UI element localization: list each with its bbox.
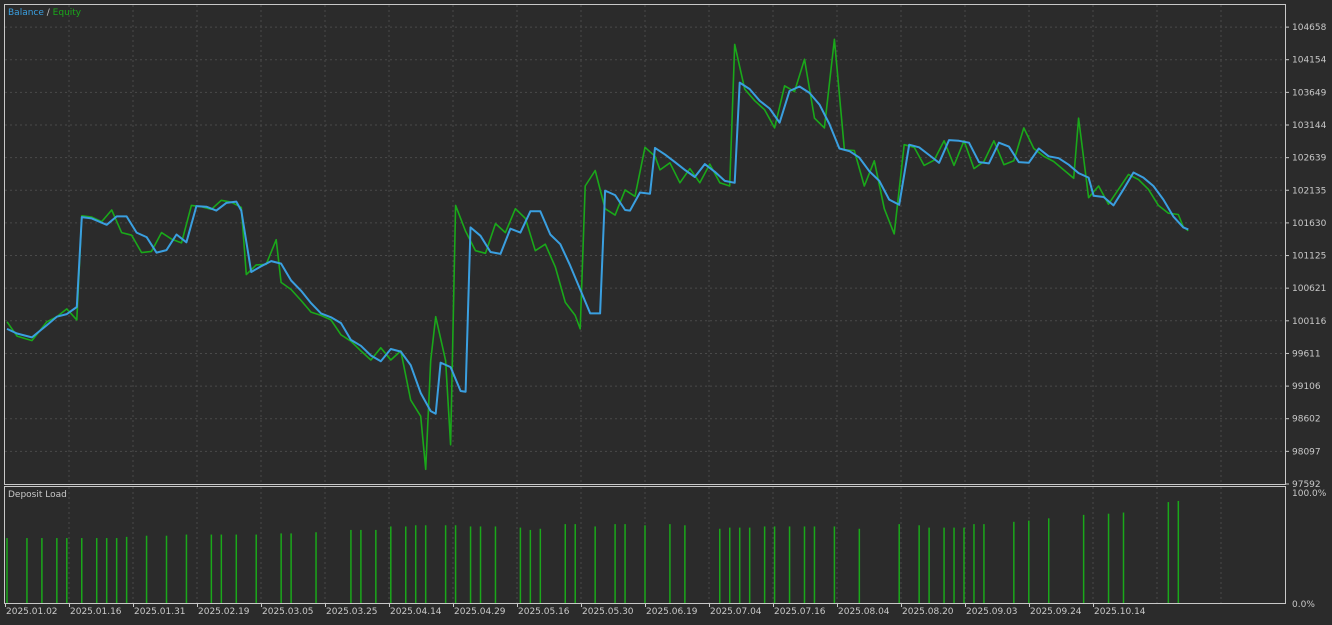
series-layer — [6, 38, 1189, 471]
chart-canvas: 104658 104154 103649 103144 102639 102135 1016… — [4, 4, 1327, 617]
y-tick-label: 104154 — [1292, 56, 1327, 66]
legend: Balance / Equity — [8, 8, 82, 18]
deposit-load-bars — [6, 500, 1180, 603]
x-tick-label: 2025.10.14 — [1094, 607, 1146, 617]
y-tick-label: 98602 — [1292, 415, 1321, 425]
x-tick-label: 2025.09.03 — [966, 607, 1018, 617]
y-tick-label: 100116 — [1292, 317, 1327, 327]
y-tick-label: 98097 — [1292, 447, 1321, 457]
deposit-y-bottom-label: 0.0% — [1292, 600, 1315, 610]
x-tick-label: 2025.03.25 — [326, 607, 378, 617]
x-tick-label: 2025.01.31 — [134, 607, 186, 617]
x-tick-label: 2025.05.16 — [518, 607, 570, 617]
x-tick-label: 2025.04.29 — [454, 607, 506, 617]
x-tick-label: 2025.07.04 — [710, 607, 762, 617]
deposit-panel-title: Deposit Load — [8, 490, 67, 500]
x-tick-label: 2025.08.04 — [838, 607, 890, 617]
strategy-tester-graph: 104658 104154 103649 103144 102639 102135 1016… — [0, 0, 1332, 621]
series-line-balance — [6, 81, 1189, 415]
y-tick-label: 101125 — [1292, 252, 1326, 262]
x-axis-labels: 2025.01.02 2025.01.16 2025.01.31 2025.02.19… — [5, 603, 1146, 617]
y-tick-label: 101630 — [1292, 219, 1327, 229]
legend-equity: Equity — [53, 8, 82, 18]
x-tick-label: 2025.01.02 — [6, 607, 58, 617]
x-tick-label: 2025.09.24 — [1030, 607, 1082, 617]
legend-separator: / — [44, 8, 53, 18]
y-tick-label: 103144 — [1292, 121, 1327, 131]
series-line-equity — [6, 38, 1189, 471]
y-tick-label: 102639 — [1292, 154, 1327, 164]
y-axis-labels: 104658 104154 103649 103144 102639 102135 1016… — [1285, 23, 1327, 490]
x-tick-label: 2025.04.14 — [390, 607, 442, 617]
x-tick-label: 2025.02.19 — [198, 607, 250, 617]
y-tick-label: 99611 — [1292, 349, 1321, 359]
legend-balance: Balance — [8, 8, 44, 18]
y-tick-label: 99106 — [1292, 382, 1321, 392]
x-tick-label: 2025.03.05 — [262, 607, 314, 617]
y-tick-label: 102135 — [1292, 186, 1326, 196]
deposit-y-top-label: 100.0% — [1292, 489, 1327, 499]
y-tick-label: 103649 — [1292, 88, 1327, 98]
x-tick-label: 2025.07.16 — [774, 607, 826, 617]
x-tick-label: 2025.05.30 — [582, 607, 634, 617]
x-tick-label: 2025.08.20 — [902, 607, 954, 617]
grid-layer — [5, 5, 1285, 603]
y-tick-label: 100621 — [1292, 284, 1326, 294]
x-tick-label: 2025.06.19 — [646, 607, 698, 617]
y-tick-label: 104658 — [1292, 23, 1327, 33]
x-tick-label: 2025.01.16 — [70, 607, 122, 617]
